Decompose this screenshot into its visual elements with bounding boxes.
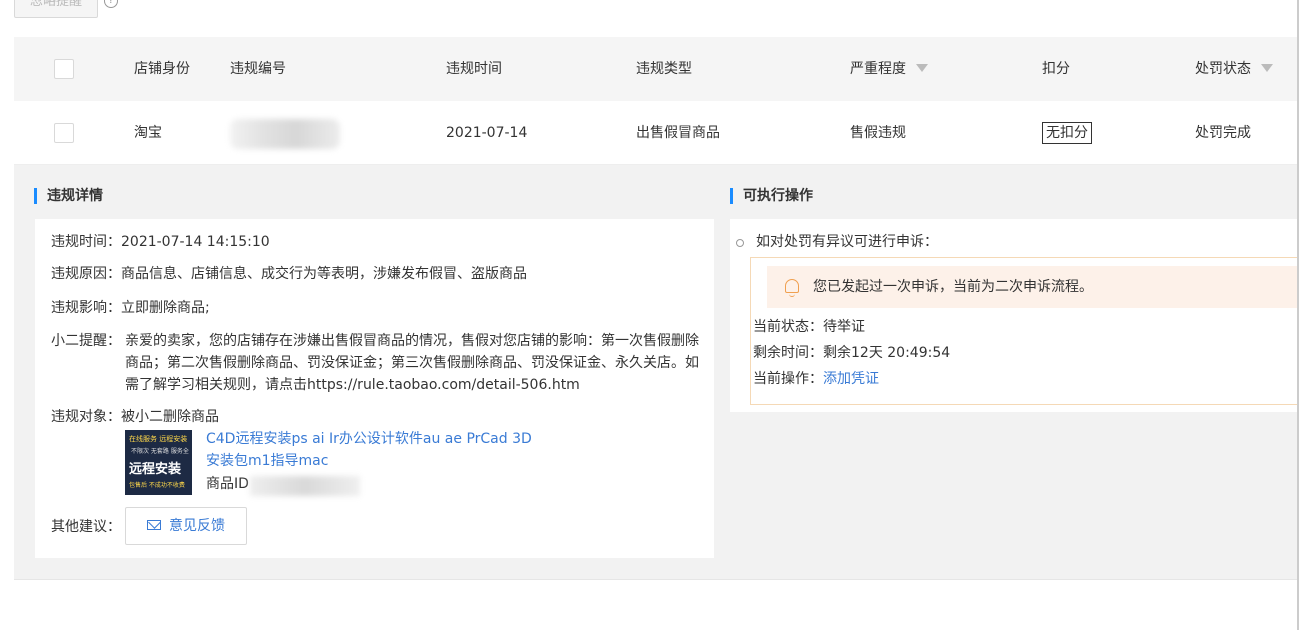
blurred-violation-id [230,119,340,149]
feedback-button[interactable]: 意见反馈 [125,507,247,545]
violation-time-label: 违规时间： [51,234,121,250]
header-status: 处罚状态 [1195,37,1273,101]
deduction-badge: 无扣分 [1042,122,1092,144]
appeal-notice-text: 您已发起过一次申诉，当前为二次申诉流程。 [813,279,1093,295]
product-image-top-text: 在线服务 远程安装 [129,435,188,443]
filter-icon[interactable] [916,64,928,72]
feedback-button-label: 意见反馈 [169,518,225,534]
violation-target-row: 违规对象：被小二删除商品 [51,406,219,428]
product-image-main-text: 远程安装 [129,462,182,477]
violation-impact-label: 违规影响： [51,300,121,316]
select-all-checkbox[interactable] [54,59,74,79]
appeal-hint: 如对处罚有异议可进行申诉： [756,234,938,250]
current-op-row: 当前操作：添加凭证 [753,368,879,390]
header-violation-id: 违规编号 [230,61,286,77]
blurred-product-id [250,476,360,496]
add-evidence-link[interactable]: 添加凭证 [823,371,879,387]
violation-detail-title: 违规详情 [34,188,103,204]
table-header: 店铺身份 违规编号 违规时间 违规类型 严重程度 扣分 处罚状态 [14,37,1299,101]
bell-icon [785,279,799,297]
header-severity: 严重程度 [850,37,928,101]
row-checkbox[interactable] [54,123,74,143]
reminder-label: 小二提醒： [51,333,121,349]
ignore-reminder-button[interactable]: 忽略提醒 [14,0,98,18]
cell-deduction: 无扣分 [1042,101,1092,165]
current-state-value: 待举证 [823,319,865,335]
violation-impact-value: 立即删除商品; [121,300,210,316]
header-status-label: 处罚状态 [1195,61,1251,77]
cell-status: 处罚完成 [1195,125,1251,141]
product-image-bottom-text: 包售后 不成功不收费 [129,482,185,489]
violation-impact-row: 违规影响：立即删除商品; [51,297,210,319]
appeal-box: 您已发起过一次申诉，当前为二次申诉流程。 当前状态：待举证 剩余时间：剩余12天… [750,257,1299,405]
header-deduction: 扣分 [1042,61,1070,77]
violation-reason-label: 违规原因： [51,266,121,282]
violation-target-label: 违规对象： [51,409,121,425]
violation-detail-card: 违规时间：2021-07-14 14:15:10 违规原因：商品信息、店铺信息、… [35,219,714,558]
help-icon[interactable]: ? [104,0,118,8]
remaining-time-label: 剩余时间： [753,345,823,361]
advice-label: 其他建议： [51,519,121,535]
violation-target-value: 被小二删除商品 [121,409,219,425]
filter-icon[interactable] [1261,64,1273,72]
remaining-time-value: 剩余12天 20:49:54 [823,345,951,361]
violation-time-value: 2021-07-14 14:15:10 [121,234,270,250]
header-shop-identity: 店铺身份 [134,61,190,77]
detail-panel: 违规详情 可执行操作 违规时间：2021-07-14 14:15:10 违规原因… [14,165,1299,580]
product-title-line2[interactable]: 安装包m1指导mac [206,450,328,472]
appeal-notice: 您已发起过一次申诉，当前为二次申诉流程。 [767,266,1299,308]
violation-time-row: 违规时间：2021-07-14 14:15:10 [51,231,270,253]
product-image-mid-text: 不限次 无套路 服务全 [131,448,189,455]
current-state-label: 当前状态： [753,319,823,335]
product-thumbnail[interactable]: 在线服务 远程安装 不限次 无套路 服务全 远程安装 包售后 不成功不收费 [125,430,192,495]
bullet-icon [736,239,744,247]
header-severity-label: 严重程度 [850,61,906,77]
actions-card: 如对处罚有异议可进行申诉： 您已发起过一次申诉，当前为二次申诉流程。 当前状态：… [730,219,1299,412]
header-violation-time: 违规时间 [446,61,502,77]
current-op-label: 当前操作： [753,371,823,387]
cell-violation-type: 出售假冒商品 [636,125,720,141]
remaining-time-row: 剩余时间：剩余12天 20:49:54 [753,342,950,364]
header-violation-type: 违规类型 [636,61,692,77]
violation-reason-value: 商品信息、店铺信息、成交行为等表明，涉嫌发布假冒、盗版商品 [121,266,527,282]
mail-icon [147,520,161,530]
actions-title: 可执行操作 [730,188,813,204]
reminder-text: 亲爱的卖家，您的店铺存在涉嫌出售假冒商品的情况，售假对您店铺的影响：第一次售假删… [125,333,699,393]
cell-violation-time: 2021-07-14 [446,125,528,141]
violation-reason-row: 违规原因：商品信息、店铺信息、成交行为等表明，涉嫌发布假冒、盗版商品 [51,263,527,285]
table-row[interactable]: 淘宝 2021-07-14 出售假冒商品 售假违规 无扣分 处罚完成 [14,101,1299,165]
current-state-row: 当前状态：待举证 [753,316,865,338]
cell-shop-identity: 淘宝 [134,125,162,141]
product-title-line1[interactable]: C4D远程安装ps ai Ir办公设计软件au ae PrCad 3D [206,428,532,450]
cell-severity: 售假违规 [850,125,906,141]
product-id-label: 商品ID [206,476,249,492]
